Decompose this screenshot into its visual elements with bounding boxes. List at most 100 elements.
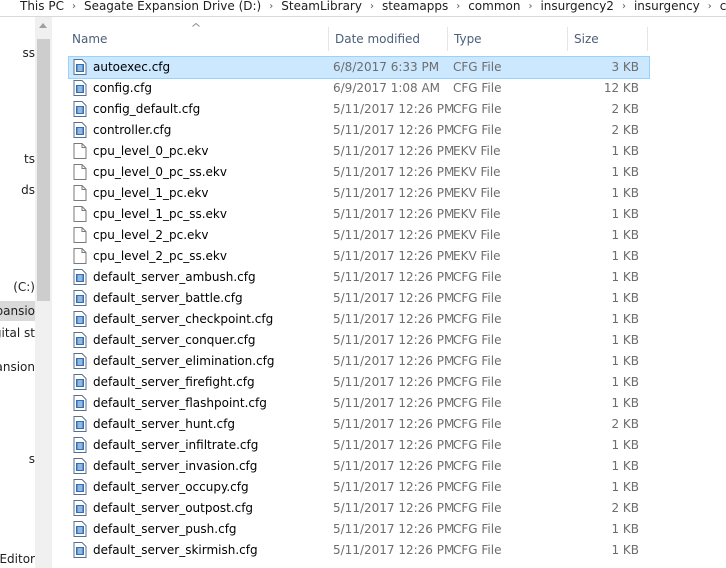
config-file-icon	[73, 458, 87, 474]
breadcrumb-item[interactable]: This PC	[20, 0, 64, 13]
navigation-pane: ss ts ds (C:) xpansio gital st pansion s e Edito…	[0, 17, 35, 568]
file-size: 1 KB	[611, 375, 639, 389]
breadcrumb-item[interactable]: insurgency2	[540, 0, 613, 13]
file-type: CFG File	[453, 354, 502, 368]
breadcrumb-item[interactable]: steamapps	[382, 0, 448, 13]
file-row[interactable]: cpu_level_1_pc.ekv 5/11/2017 12:26 PM EKV …	[69, 183, 649, 204]
file-row[interactable]: config_default.cfg 5/11/2017 12:26 PM CFG …	[69, 99, 649, 120]
file-row[interactable]: cpu_level_0_pc_ss.ekv 5/11/2017 12:26 PM E…	[69, 162, 649, 183]
file-date-modified: 6/9/2017 1:08 AM	[333, 81, 441, 95]
file-name: default_server_outpost.cfg	[93, 501, 254, 515]
scroll-up-arrow-icon[interactable]	[39, 23, 47, 28]
navigation-pane-scrollbar[interactable]	[35, 17, 52, 568]
breadcrumb-item[interactable]: cfg	[720, 0, 726, 13]
nav-pane-item[interactable]: xpansio	[0, 301, 35, 321]
file-name: controller.cfg	[93, 123, 172, 137]
nav-pane-item[interactable]: gital st	[0, 323, 35, 343]
file-type: CFG File	[453, 438, 502, 452]
breadcrumb-separator-icon[interactable]: ›	[269, 1, 273, 12]
nav-pane-item[interactable]: ss	[0, 43, 35, 63]
file-type: CFG File	[453, 312, 502, 326]
file-row[interactable]: default_server_elimination.cfg 5/11/2017 …	[69, 351, 649, 372]
file-name: cpu_level_2_pc_ss.ekv	[93, 249, 227, 263]
file-row[interactable]: config.cfg 6/9/2017 1:08 AM CFG File 12 KB	[69, 78, 649, 99]
nav-pane-item-label: (C:)	[13, 280, 35, 294]
file-type: CFG File	[453, 270, 502, 284]
file-row[interactable]: default_server_battle.cfg 5/11/2017 12:26…	[69, 288, 649, 309]
column-header-row: Name Date modified Type Size	[52, 17, 726, 55]
file-row[interactable]: controller.cfg 5/11/2017 12:26 PM CFG File…	[69, 120, 649, 141]
breadcrumb-item[interactable]: Seagate Expansion Drive (D:)	[84, 0, 261, 13]
file-row[interactable]: cpu_level_1_pc_ss.ekv 5/11/2017 12:26 PM E…	[69, 204, 649, 225]
file-row[interactable]: default_server_infiltrate.cfg 5/11/2017 1…	[69, 435, 649, 456]
file-type: CFG File	[453, 375, 502, 389]
file-row[interactable]: cpu_level_2_pc.ekv 5/11/2017 12:26 PM EKV …	[69, 225, 649, 246]
breadcrumb-separator-icon[interactable]: ›	[456, 1, 460, 12]
file-size: 2 KB	[611, 501, 639, 515]
file-row[interactable]: default_server_firefight.cfg 5/11/2017 12…	[69, 372, 649, 393]
file-row[interactable]: default_server_conquer.cfg 5/11/2017 12:2…	[69, 330, 649, 351]
file-row[interactable]: default_server_outpost.cfg 5/11/2017 12:2…	[69, 498, 649, 519]
file-size: 1 KB	[611, 480, 639, 494]
file-date-modified: 6/8/2017 6:33 PM	[333, 60, 440, 74]
file-row[interactable]: autoexec.cfg 6/8/2017 6:33 PM CFG File 3 KB	[68, 56, 650, 79]
file-date-modified: 5/11/2017 12:26 PM	[333, 543, 455, 557]
config-file-icon	[73, 101, 87, 117]
breadcrumb-separator-icon[interactable]: ›	[72, 1, 76, 12]
file-type: CFG File	[453, 123, 502, 137]
config-file-icon	[73, 269, 87, 285]
nav-pane-item[interactable]: pansion	[0, 357, 35, 377]
file-type: CFG File	[453, 417, 502, 431]
file-row[interactable]: default_server_ambush.cfg 5/11/2017 12:26…	[69, 267, 649, 288]
file-size: 1 KB	[611, 249, 639, 263]
scrollbar-thumb[interactable]	[37, 39, 50, 301]
nav-pane-item[interactable]: s	[0, 449, 35, 469]
nav-pane-item[interactable]: e Editor	[0, 549, 35, 568]
nav-pane-item[interactable]: (C:)	[0, 277, 35, 297]
file-size: 1 KB	[611, 543, 639, 557]
breadcrumb-separator-icon[interactable]: ›	[708, 1, 712, 12]
file-size: 1 KB	[611, 291, 639, 305]
column-header-spacer	[647, 27, 657, 51]
file-size: 1 KB	[611, 207, 639, 221]
file-size: 1 KB	[611, 165, 639, 179]
file-date-modified: 5/11/2017 12:26 PM	[333, 438, 455, 452]
breadcrumb-separator-icon[interactable]: ›	[622, 1, 626, 12]
breadcrumb-item[interactable]: SteamLibrary	[281, 0, 362, 13]
nav-pane-item[interactable]: ds	[0, 180, 35, 200]
file-row[interactable]: default_server_push.cfg 5/11/2017 12:26 P…	[69, 519, 649, 540]
breadcrumb-item[interactable]: insurgency	[634, 0, 700, 13]
config-file-icon	[73, 374, 87, 390]
column-header-size[interactable]: Size	[567, 27, 647, 51]
file-type: CFG File	[453, 522, 502, 536]
file-date-modified: 5/11/2017 12:26 PM	[333, 480, 455, 494]
file-row[interactable]: default_server_invasion.cfg 5/11/2017 12:…	[69, 456, 649, 477]
file-row[interactable]: cpu_level_2_pc_ss.ekv 5/11/2017 12:26 PM E…	[69, 246, 649, 267]
file-row[interactable]: default_server_flashpoint.cfg 5/11/2017 1…	[69, 393, 649, 414]
breadcrumb-separator-icon[interactable]: ›	[528, 1, 532, 12]
nav-pane-item-label: xpansio	[0, 304, 35, 318]
file-type: EKV File	[453, 186, 501, 200]
breadcrumb: This PC › Seagate Expansion Drive (D:) › Ste…	[20, 0, 726, 13]
file-name: default_server_elimination.cfg	[93, 354, 275, 368]
file-row[interactable]: default_server_checkpoint.cfg 5/11/2017 1…	[69, 309, 649, 330]
file-size: 1 KB	[611, 522, 639, 536]
file-row[interactable]: default_server_occupy.cfg 5/11/2017 12:26…	[69, 477, 649, 498]
config-file-icon	[73, 542, 87, 558]
file-row[interactable]: default_server_skirmish.cfg 5/11/2017 12:…	[69, 540, 649, 561]
file-date-modified: 5/11/2017 12:26 PM	[333, 123, 455, 137]
address-bar[interactable]: This PC › Seagate Expansion Drive (D:) › Ste…	[0, 0, 726, 17]
file-date-modified: 5/11/2017 12:26 PM	[333, 375, 455, 389]
file-row[interactable]: cpu_level_0_pc.ekv 5/11/2017 12:26 PM EKV …	[69, 141, 649, 162]
column-header-name[interactable]: Name	[66, 27, 328, 51]
blank-file-icon	[73, 164, 87, 180]
file-size: 1 KB	[611, 312, 639, 326]
breadcrumb-item[interactable]: common	[468, 0, 520, 13]
file-size: 1 KB	[611, 354, 639, 368]
file-row[interactable]: default_server_hunt.cfg 5/11/2017 12:26 P…	[69, 414, 649, 435]
column-header-type[interactable]: Type	[447, 27, 567, 51]
breadcrumb-separator-icon[interactable]: ›	[370, 1, 374, 12]
blank-file-icon	[73, 185, 87, 201]
column-header-date-modified[interactable]: Date modified	[328, 27, 447, 51]
nav-pane-item[interactable]: ts	[0, 149, 35, 169]
